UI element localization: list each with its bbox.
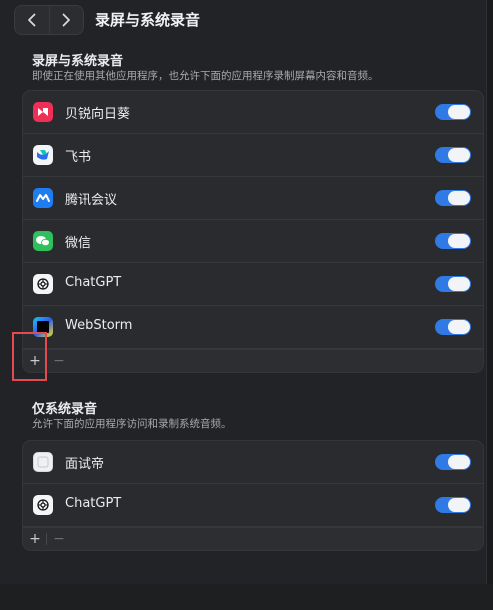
section-title-audio-only: 仅系统录音 <box>32 402 98 417</box>
app-name: 腾讯会议 <box>65 193 118 208</box>
app-toggle[interactable] <box>435 190 471 206</box>
remove-app-button[interactable]: − <box>49 528 69 550</box>
chatgpt-app-icon <box>33 274 53 294</box>
page-title: 录屏与系统录音 <box>95 11 201 29</box>
list-item: 腾讯会议 <box>23 177 483 220</box>
list-footer: + − <box>23 349 483 372</box>
app-name: 微信 <box>65 236 92 251</box>
tencent-meeting-app-icon <box>33 188 53 208</box>
app-name: 面试帝 <box>65 457 105 472</box>
list-item: 面试帝 <box>23 441 483 484</box>
list-item: WebStorm <box>23 306 483 349</box>
app-toggle[interactable] <box>435 104 471 120</box>
app-name: ChatGPT <box>65 275 122 290</box>
highlight-box <box>12 332 47 381</box>
wechat-app-icon <box>33 231 53 251</box>
mianshidi-app-icon <box>33 452 53 472</box>
window-edge <box>486 0 493 610</box>
app-toggle[interactable] <box>435 497 471 513</box>
toolbar: 录屏与系统录音 <box>0 0 487 38</box>
chevron-left-icon <box>27 13 36 27</box>
list-item: 飞书 <box>23 134 483 177</box>
nav-buttons <box>14 5 84 35</box>
app-toggle[interactable] <box>435 319 471 335</box>
section-desc-audio-only: 允许下面的应用程序访问和录制系统音频。 <box>32 418 232 430</box>
app-list-screen-audio: 贝锐向日葵 飞书 腾讯会议 微信 ChatGPT WebStorm + − <box>22 90 484 373</box>
list-item: 贝锐向日葵 <box>23 91 483 134</box>
section-title-screen-audio: 录屏与系统录音 <box>32 54 124 69</box>
list-footer: + − <box>23 527 483 550</box>
app-name: ChatGPT <box>65 496 122 511</box>
list-item: ChatGPT <box>23 484 483 527</box>
forward-button[interactable] <box>48 6 84 34</box>
app-name: 飞书 <box>65 150 92 165</box>
divider <box>46 533 47 545</box>
chatgpt-app-icon <box>33 495 53 515</box>
feishu-app-icon <box>33 145 53 165</box>
app-name: WebStorm <box>65 318 133 333</box>
window-bottom <box>0 584 493 610</box>
sunlogin-app-icon <box>33 102 53 122</box>
back-button[interactable] <box>15 6 49 34</box>
app-toggle[interactable] <box>435 233 471 249</box>
app-name: 贝锐向日葵 <box>65 107 131 122</box>
list-item: ChatGPT <box>23 263 483 306</box>
add-app-button[interactable]: + <box>25 528 45 550</box>
app-toggle[interactable] <box>435 276 471 292</box>
section-desc-screen-audio: 即使正在使用其他应用程序，也允许下面的应用程序录制屏幕内容和音频。 <box>32 70 379 82</box>
chevron-right-icon <box>62 13 71 27</box>
remove-app-button[interactable]: − <box>49 350 69 372</box>
app-list-audio-only: 面试帝 ChatGPT + − <box>22 440 484 551</box>
app-toggle[interactable] <box>435 147 471 163</box>
list-item: 微信 <box>23 220 483 263</box>
app-toggle[interactable] <box>435 454 471 470</box>
